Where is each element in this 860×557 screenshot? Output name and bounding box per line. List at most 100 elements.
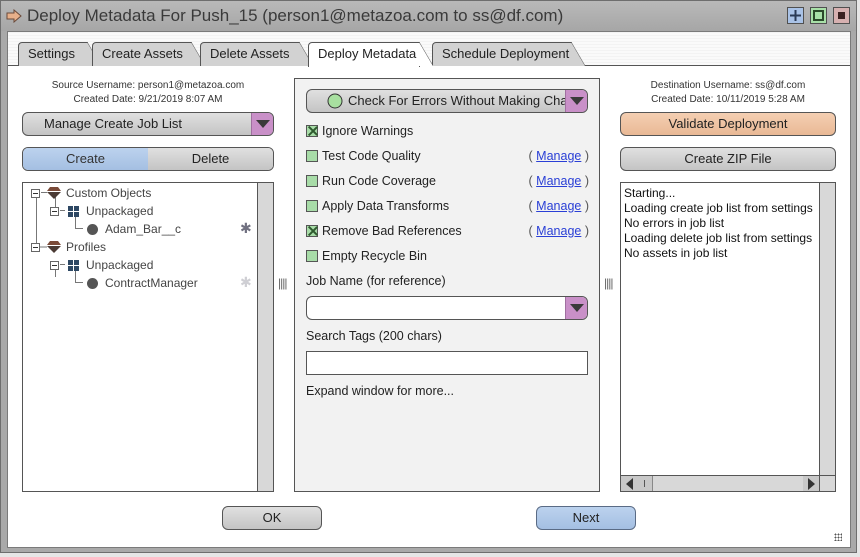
asterisk-icon: ✱ <box>240 220 252 236</box>
circle-icon <box>87 223 98 235</box>
circle-icon <box>87 277 98 289</box>
scroll-left-icon[interactable] <box>621 476 637 491</box>
destination-created-date: Created Date: 10/11/2019 5:28 AM <box>651 94 805 105</box>
test-code-quality-checkbox[interactable]: Test Code Quality <box>306 148 421 164</box>
tree-node-unpackaged[interactable]: Unpackaged <box>50 256 153 274</box>
deploy-metadata-panel: Source Username: person1@metazoa.com Cre… <box>8 66 850 547</box>
apply-data-transforms-checkbox[interactable]: Apply Data Transforms <box>306 198 449 214</box>
scroll-right-icon[interactable] <box>803 476 819 491</box>
destination-info: Destination Username: ss@df.com Created … <box>620 79 836 107</box>
checkbox-label: Empty Recycle Bin <box>322 249 427 263</box>
plus-icon <box>790 10 801 21</box>
window-title: Deploy Metadata For Push_15 (person1@met… <box>27 6 564 25</box>
diamond-icon <box>47 241 61 253</box>
tree-node-profiles[interactable]: Profiles <box>31 238 106 256</box>
remove-bad-references-checkbox[interactable]: Remove Bad References <box>306 223 462 239</box>
tab-label: Settings <box>28 46 75 61</box>
source-username: Source Username: person1@metazoa.com <box>51 80 245 91</box>
checkbox-checked-icon[interactable] <box>306 225 318 237</box>
tab-schedule-deployment[interactable]: Schedule Deployment <box>432 42 585 66</box>
checkbox-label: Run Code Coverage <box>322 174 436 188</box>
log-horizontal-scrollbar[interactable] <box>621 475 819 491</box>
tab-delete-assets[interactable]: Delete Assets <box>200 42 313 66</box>
deploy-metadata-window: Deploy Metadata For Push_15 (person1@met… <box>0 0 857 553</box>
chevron-down-icon[interactable] <box>565 297 587 319</box>
tree-node-custom-objects[interactable]: Custom Objects <box>31 184 151 202</box>
tab-deploy-metadata[interactable]: Deploy Metadata <box>308 42 433 67</box>
log-line: Loading create job list from settings <box>624 201 813 215</box>
manage-link[interactable]: Manage <box>536 149 581 163</box>
collapse-icon[interactable] <box>50 260 59 270</box>
log-line: Loading delete job list from settings <box>624 231 813 245</box>
job-list-dropdown[interactable]: Manage Create Job List <box>22 112 274 136</box>
collapse-icon[interactable] <box>31 188 40 198</box>
manage-remove-bad-references: ( Manage ) <box>528 224 589 238</box>
manage-apply-data-transforms: ( Manage ) <box>528 199 589 213</box>
tab-settings[interactable]: Settings <box>18 42 101 66</box>
job-name-label: Job Name (for reference) <box>306 274 446 288</box>
stop-icon <box>838 12 845 19</box>
tree-node-unpackaged[interactable]: Unpackaged <box>50 202 153 220</box>
tree-node-contract-manager[interactable]: ContractManager <box>87 274 198 292</box>
tab-create-assets[interactable]: Create Assets <box>92 42 205 66</box>
tab-bar: Settings Create Assets Delete Assets Dep… <box>8 32 850 67</box>
tree-node-adam-bar[interactable]: Adam_Bar__c <box>87 220 181 238</box>
left-splitter-handle[interactable]: |||| <box>278 276 288 290</box>
deploy-mode-dropdown[interactable]: Check For Errors Without Making Changes <box>306 89 588 113</box>
scroll-corner <box>819 475 835 491</box>
empty-recycle-bin-checkbox[interactable]: Empty Recycle Bin <box>306 248 427 264</box>
run-code-coverage-checkbox[interactable]: Run Code Coverage <box>306 173 436 189</box>
tree-node-label: Custom Objects <box>66 186 152 200</box>
next-button[interactable]: Next <box>536 506 636 530</box>
log-line: No errors in job list <box>624 216 725 230</box>
search-tags-input[interactable] <box>306 351 588 375</box>
tree-vertical-scrollbar[interactable] <box>257 183 273 491</box>
ok-button[interactable]: OK <box>222 506 322 530</box>
collapse-icon[interactable] <box>31 242 40 252</box>
resize-grip-icon[interactable] <box>834 533 842 541</box>
log-vertical-scrollbar[interactable] <box>819 183 835 475</box>
ignore-warnings-checkbox[interactable]: Ignore Warnings <box>306 123 413 139</box>
source-created-date: Created Date: 9/21/2019 8:07 AM <box>73 94 223 105</box>
checkbox-icon[interactable] <box>306 150 318 162</box>
tab-label: Deploy Metadata <box>318 46 417 61</box>
title-bar[interactable]: Deploy Metadata For Push_15 (person1@met… <box>1 1 856 31</box>
tree-node-label: Unpackaged <box>86 204 154 218</box>
manage-link[interactable]: Manage <box>536 174 581 188</box>
create-segment[interactable]: Create <box>23 148 148 170</box>
delete-segment[interactable]: Delete <box>148 148 273 170</box>
checkbox-icon[interactable] <box>306 175 318 187</box>
checkbox-checked-icon[interactable] <box>306 125 318 137</box>
create-zip-file-button[interactable]: Create ZIP File <box>620 147 836 171</box>
square-icon <box>813 10 824 21</box>
close-button[interactable] <box>833 7 850 24</box>
deploy-options-panel: Check For Errors Without Making Changes … <box>294 78 600 492</box>
maximize-button[interactable] <box>787 7 804 24</box>
tree-node-label: ContractManager <box>105 276 198 290</box>
right-splitter-handle[interactable]: |||| <box>604 276 614 290</box>
dialog-content: Settings Create Assets Delete Assets Dep… <box>7 31 851 548</box>
tab-label: Create Assets <box>102 46 183 61</box>
manage-link[interactable]: Manage <box>536 224 581 238</box>
collapse-icon[interactable] <box>50 206 59 216</box>
create-delete-toggle: Create Delete <box>22 147 274 171</box>
log-line: Starting... <box>624 186 676 200</box>
chevron-down-icon <box>565 90 587 112</box>
diamond-icon <box>47 187 61 199</box>
arrow-right-icon <box>6 9 22 23</box>
package-grid-icon <box>68 205 79 217</box>
manage-link[interactable]: Manage <box>536 199 581 213</box>
validate-deployment-button[interactable]: Validate Deployment <box>620 112 836 136</box>
restore-button[interactable] <box>810 7 827 24</box>
package-grid-icon <box>68 259 79 271</box>
tree-node-label: Adam_Bar__c <box>105 222 182 236</box>
checkbox-label: Remove Bad References <box>322 224 462 238</box>
checkbox-icon[interactable] <box>306 200 318 212</box>
log-lines: Starting... Loading create job list from… <box>624 186 813 261</box>
job-name-combobox[interactable] <box>306 296 588 320</box>
scroll-thumb[interactable] <box>637 476 653 491</box>
checkbox-icon[interactable] <box>306 250 318 262</box>
manage-run-code-coverage: ( Manage ) <box>528 174 589 188</box>
asset-tree[interactable]: Custom Objects Unpackaged Adam_Bar__c ✱ … <box>22 182 274 492</box>
status-circle-icon <box>327 93 343 109</box>
